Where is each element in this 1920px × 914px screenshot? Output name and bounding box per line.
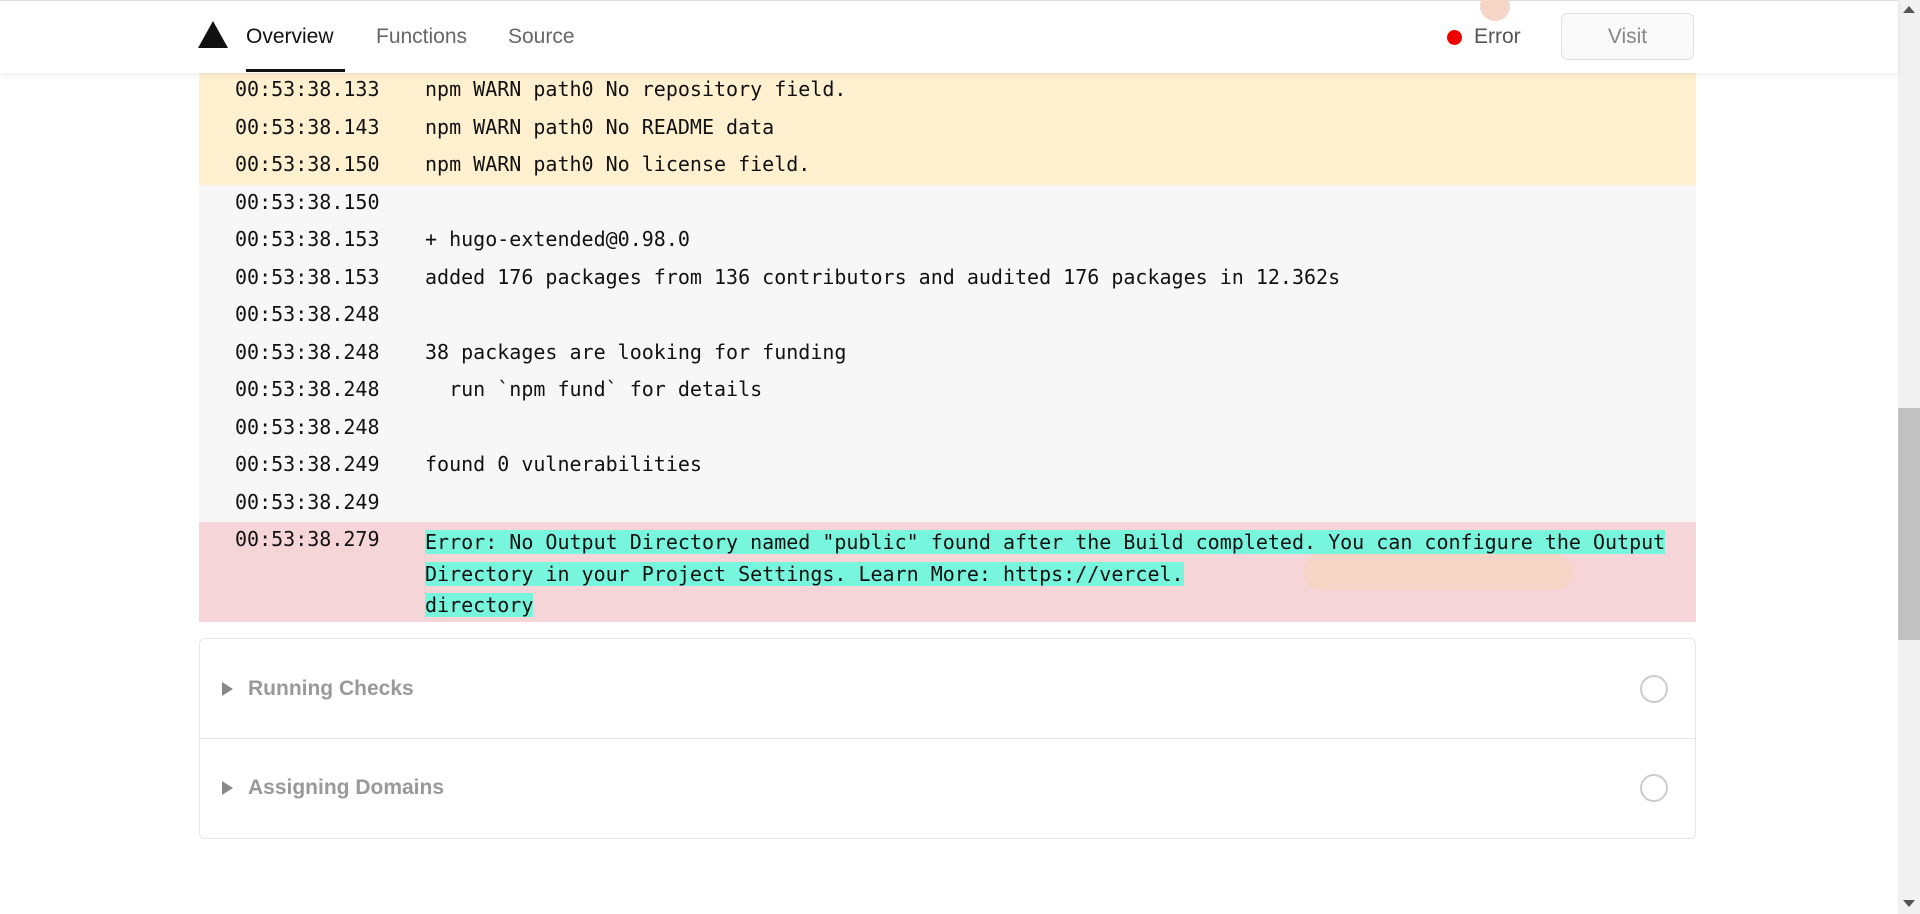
deployment-steps: Running Checks Assigning Domains <box>199 638 1696 839</box>
log-timestamp: 00:53:38.133 <box>235 77 380 101</box>
log-message: npm WARN path0 No README data <box>425 114 775 139</box>
active-tab-indicator <box>246 69 345 72</box>
step-status-circle-icon <box>1640 674 1668 703</box>
tab-source[interactable]: Source <box>508 25 575 49</box>
log-message: run `npm fund` for details <box>425 377 763 401</box>
caret-right-icon[interactable] <box>222 781 233 795</box>
step-assigning-domains[interactable]: Assigning Domains <box>200 738 1695 837</box>
visit-button[interactable]: Visit <box>1561 13 1694 60</box>
scrollbar-thumb[interactable] <box>1898 408 1920 640</box>
scroll-down-arrow-icon[interactable] <box>1903 900 1915 907</box>
error-message-tail[interactable]: directory <box>425 593 534 617</box>
log-timestamp: 00:53:38.143 <box>235 114 380 139</box>
log-row: 00:53:38.153 added 176 packages from 136… <box>199 259 1696 297</box>
log-timestamp: 00:53:38.248 <box>235 414 380 439</box>
log-row: 00:53:38.248 38 packages are looking for… <box>199 334 1696 372</box>
log-row: 00:53:38.153 + hugo-extended@0.98.0 <box>199 222 1696 260</box>
log-timestamp: 00:53:38.150 <box>235 189 380 214</box>
build-log: 00:53:38.133 npm WARN path0 No repositor… <box>199 72 1696 622</box>
deployment-status-label: Error <box>1474 25 1521 48</box>
log-timestamp: 00:53:38.279 <box>235 527 380 551</box>
log-row: 00:53:38.249 <box>199 484 1696 522</box>
log-message: added 176 packages from 136 contributors… <box>425 264 1341 289</box>
log-row-warning: 00:53:38.133 npm WARN path0 No repositor… <box>199 72 1696 110</box>
log-message: npm WARN path0 No license field. <box>425 152 811 176</box>
tab-overview[interactable]: Overview <box>246 25 334 49</box>
log-message: + hugo-extended@0.98.0 <box>425 227 690 251</box>
step-label[interactable]: Running Checks <box>248 677 414 701</box>
log-row: 00:53:38.150 <box>199 184 1696 222</box>
log-timestamp: 00:53:38.248 <box>235 377 380 401</box>
step-label[interactable]: Assigning Domains <box>248 776 444 800</box>
error-status-dot-icon <box>1447 30 1462 45</box>
log-row: 00:53:38.249 found 0 vulnerabilities <box>199 447 1696 485</box>
log-timestamp: 00:53:38.248 <box>235 339 380 364</box>
step-running-checks[interactable]: Running Checks <box>200 639 1695 738</box>
log-message: found 0 vulnerabilities <box>425 452 702 476</box>
log-timestamp: 00:53:38.153 <box>235 264 380 289</box>
log-message: 38 packages are looking for funding <box>425 339 847 364</box>
scroll-up-arrow-icon[interactable] <box>1903 6 1915 13</box>
log-timestamp: 00:53:38.248 <box>235 302 380 326</box>
tab-functions[interactable]: Functions <box>376 25 467 49</box>
log-message: npm WARN path0 No repository field. <box>425 77 847 101</box>
top-nav-bar: Overview Functions Source Error Visit <box>0 0 1898 73</box>
log-timestamp: 00:53:38.150 <box>235 152 380 176</box>
log-row-warning: 00:53:38.143 npm WARN path0 No README da… <box>199 109 1696 147</box>
log-row: 00:53:38.248 run `npm fund` for details <box>199 372 1696 410</box>
redaction-mark <box>1480 0 1510 21</box>
vercel-triangle-icon[interactable] <box>198 21 228 48</box>
step-status-circle-icon <box>1640 774 1668 802</box>
log-timestamp: 00:53:38.153 <box>235 227 380 251</box>
log-timestamp: 00:53:38.249 <box>235 489 380 514</box>
log-row: 00:53:38.248 <box>199 297 1696 335</box>
log-timestamp: 00:53:38.249 <box>235 452 380 476</box>
log-row-warning: 00:53:38.150 npm WARN path0 No license f… <box>199 147 1696 185</box>
caret-right-icon[interactable] <box>222 681 233 696</box>
log-row: 00:53:38.248 <box>199 409 1696 447</box>
redaction-mark <box>1303 554 1573 590</box>
